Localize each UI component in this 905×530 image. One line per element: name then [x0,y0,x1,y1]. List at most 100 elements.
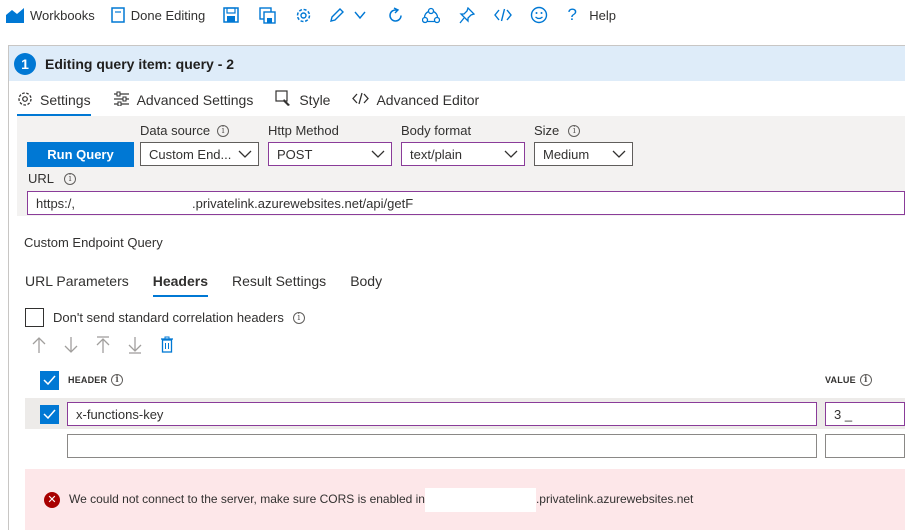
chevron-down-icon [612,147,626,162]
move-down-button[interactable] [64,336,96,356]
help-button[interactable]: ? Help [559,0,622,30]
info-icon[interactable]: i [568,124,581,137]
chevron-down-icon [504,147,518,162]
tab-style-label: Style [299,92,331,108]
size-dropdown[interactable]: Medium [534,142,633,166]
data-source-label: Data source i [140,123,230,138]
error-message-text: We could not connect to the server, make… [69,487,693,512]
tab-style[interactable]: Style [275,84,330,116]
tab-body[interactable]: Body [350,266,382,296]
redaction-block [413,196,454,210]
query-tabs: URL Parameters Headers Result Settings B… [25,266,406,297]
style-brush-icon [275,90,292,110]
checkmark-icon [43,373,56,388]
step-number-badge: 1 [14,52,36,75]
chevron-down-icon [371,147,385,162]
workbooks-icon [6,7,24,23]
chevron-down-icon [353,10,367,20]
info-icon[interactable]: i [217,124,230,137]
http-method-label: Http Method [268,123,339,138]
tab-advanced-editor-label: Advanced Editor [376,92,480,108]
edit-button[interactable] [321,0,353,30]
settings-button[interactable] [285,0,321,30]
arrow-to-top-icon [96,335,110,357]
checkmark-icon [43,407,56,422]
redaction-block [75,196,193,210]
info-icon[interactable]: i [111,374,124,386]
done-editing-button[interactable]: Done Editing [105,0,211,30]
tab-headers[interactable]: Headers [152,266,209,297]
move-top-button[interactable] [96,335,128,357]
headers-table-header: HEADER i VALUE i [25,365,905,395]
code-button[interactable] [485,0,521,30]
save-button[interactable] [213,0,249,30]
code-icon [352,92,370,108]
arrow-down-icon [64,336,78,357]
done-editing-icon [111,7,125,23]
header-value-input[interactable]: 3 _ [825,402,905,426]
settings-tabs: Settings Advanced Settings Style Advance… [17,84,501,116]
select-all-checkbox[interactable] [40,370,59,390]
tab-settings[interactable]: Settings [17,84,91,116]
value-column-label: VALUE [825,375,856,385]
body-format-value: text/plain [410,146,463,162]
question-icon: ? [567,5,577,24]
http-method-dropdown[interactable]: POST [268,142,392,166]
refresh-icon [387,6,404,24]
edit-dropdown-button[interactable] [353,0,377,30]
data-source-value: Custom End... [149,146,232,162]
correlation-headers-label: Don't send standard correlation headers [53,310,284,325]
delete-row-button[interactable] [160,336,192,356]
header-name-input[interactable]: x-functions-key [67,402,817,426]
smiley-icon [530,6,548,24]
pin-button[interactable] [449,0,485,30]
tab-advanced-settings[interactable]: Advanced Settings [113,84,253,116]
value-column-title: VALUE i [825,374,872,386]
arrow-to-bottom-icon [128,336,142,357]
body-format-dropdown[interactable]: text/plain [401,142,525,166]
workbooks-label: Workbooks [30,7,95,23]
workbooks-button[interactable]: Workbooks [0,0,101,30]
info-icon[interactable]: i [859,374,872,386]
size-label-text: Size [534,123,560,138]
move-bottom-button[interactable] [128,336,160,356]
url-input[interactable]: https:/, .privatelink.azurewebsites.net/… [27,191,905,215]
row-checkbox[interactable] [40,405,59,424]
tab-url-parameters[interactable]: URL Parameters [25,266,129,296]
correlation-headers-option: Don't send standard correlation headers … [25,308,305,327]
share-button[interactable] [413,0,449,30]
data-source-label-text: Data source [140,123,211,138]
arrow-up-icon [32,336,46,357]
pin-icon [459,6,476,24]
refresh-button[interactable] [377,0,413,30]
feedback-button[interactable] [521,0,557,30]
move-up-button[interactable] [32,336,64,356]
error-message-bar: ✕ We could not connect to the server, ma… [25,469,905,530]
url-label: URL i [28,171,77,186]
tab-result-settings[interactable]: Result Settings [232,266,326,296]
url-prefix: https:/, [36,195,76,211]
tab-settings-label: Settings [40,92,91,108]
info-icon[interactable]: i [292,311,305,324]
share-icon [422,7,441,24]
help-label: Help [589,7,616,23]
sliders-icon [113,91,130,109]
step-title: Editing query item: query - 2 [45,55,235,72]
gear-icon [17,91,33,110]
top-toolbar: Workbooks Done Editing ? Help [0,0,905,30]
run-query-button[interactable]: Run Query [27,142,134,167]
chevron-down-icon [238,147,252,162]
gear-icon [295,7,312,24]
header-column-title: HEADER i [68,374,124,386]
new-header-value-input[interactable] [825,434,905,458]
data-source-dropdown[interactable]: Custom End... [140,142,259,166]
url-domain: .privatelink.azurewebsites.net/api/getF [192,195,414,211]
info-icon[interactable]: i [64,172,77,185]
size-label: Size i [534,123,581,138]
new-header-name-input[interactable] [67,434,817,458]
tab-advanced-editor[interactable]: Advanced Editor [352,84,479,116]
correlation-headers-checkbox[interactable] [25,308,44,327]
error-icon: ✕ [44,491,60,508]
custom-endpoint-title: Custom Endpoint Query [24,235,163,250]
save-as-button[interactable] [249,0,285,30]
